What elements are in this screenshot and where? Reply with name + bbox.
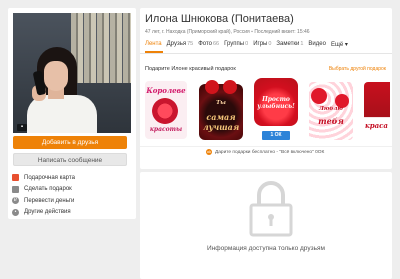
- camera-icon[interactable]: ▪: [17, 124, 27, 131]
- profile-tabs: Лента Друзья 75 Фото 66 Группы 0 Игры 0 Заме…: [145, 41, 353, 48]
- ok-logo-icon: ok: [206, 149, 212, 155]
- action-transfer-money[interactable]: ₽ Перевести деньги: [12, 195, 132, 207]
- action-label: Перевести деньги: [24, 197, 75, 204]
- tab-groups[interactable]: Группы 0: [224, 41, 248, 48]
- gift-item[interactable]: Ты самая лучшая: [197, 76, 245, 144]
- heart-icon: [311, 88, 327, 104]
- lock-icon: [249, 181, 293, 237]
- last-visit: Последний визит: 15:46: [254, 29, 310, 35]
- tab-games[interactable]: Игры 0: [253, 41, 271, 48]
- locked-message: Информация доступна только друзьям: [207, 245, 325, 252]
- tab-feed[interactable]: Лента: [145, 41, 162, 48]
- heart-icon: [205, 80, 219, 94]
- tab-more[interactable]: Ещё ▾: [331, 41, 348, 48]
- gift-text: Просто улыбнись!: [257, 96, 295, 110]
- action-label: Подарочная карта: [24, 174, 75, 181]
- gift-item[interactable]: краса: [362, 76, 392, 144]
- tab-notes[interactable]: Заметки 1: [276, 41, 303, 48]
- profile-main-card: Илона Шнюкова (Понитаева) 47 лет, г. Нах…: [140, 8, 392, 169]
- gift-item[interactable]: Просто улыбнись! 1 ОК: [252, 76, 300, 144]
- gift-text: Ты: [216, 100, 226, 106]
- gift-text: красоты: [149, 126, 183, 133]
- tab-photos[interactable]: Фото 66: [198, 41, 219, 48]
- profile-name: Илона Шнюкова (Понитаева): [145, 13, 294, 25]
- action-make-gift[interactable]: Сделать подарок: [12, 184, 132, 196]
- profile-photo[interactable]: ▪: [13, 13, 131, 133]
- chevron-down-icon: ▾: [343, 42, 348, 48]
- tab-video[interactable]: Видео: [308, 41, 326, 48]
- choose-other-gift-link[interactable]: Выбрать другой подарок: [329, 66, 386, 72]
- tab-friends[interactable]: Друзья 75: [167, 41, 194, 48]
- gift-icon: [12, 185, 19, 193]
- money-transfer-icon: ₽: [12, 197, 19, 205]
- gift-text: тебя: [318, 116, 344, 126]
- action-label: Сделать подарок: [24, 186, 72, 193]
- profile-info: 47 лет, г. Находка (Приморский край), Ро…: [145, 29, 310, 35]
- write-message-button[interactable]: Написать сообщение: [13, 153, 127, 166]
- promo-text: Дарите подарки бесплатно - "Всё включено…: [215, 149, 325, 155]
- action-other[interactable]: • Другие действия: [12, 207, 132, 219]
- gift-text: Королеве: [146, 86, 186, 95]
- tabs-divider: [140, 53, 392, 54]
- promo-divider: [140, 146, 392, 147]
- gift-promo[interactable]: ok Дарите подарки бесплатно - "Всё включ…: [206, 149, 324, 155]
- gifts-title: Подарите Илоне красивый подарок: [145, 66, 236, 72]
- action-label: Другие действия: [24, 209, 71, 216]
- gift-text: самая лучшая: [202, 112, 240, 132]
- gift-text: краса: [365, 121, 388, 130]
- gift-item[interactable]: Люблю тебя: [307, 76, 355, 144]
- action-gift-card[interactable]: Подарочная карта: [12, 172, 132, 184]
- gift-text: Люблю: [319, 106, 343, 112]
- add-friend-button[interactable]: Добавить в друзья: [13, 136, 127, 149]
- profile-location: 47 лет, г. Находка (Приморский край), Ро…: [145, 29, 250, 35]
- gift-card-icon: [12, 174, 19, 182]
- gift-item[interactable]: Королеве красоты: [142, 76, 190, 144]
- more-icon: •: [12, 208, 19, 216]
- profile-actions: Подарочная карта Сделать подарок ₽ Перев…: [12, 172, 132, 218]
- rose-icon: [152, 98, 178, 124]
- heart-icon: [223, 80, 237, 94]
- gift-ok-button[interactable]: 1 ОК: [262, 131, 290, 140]
